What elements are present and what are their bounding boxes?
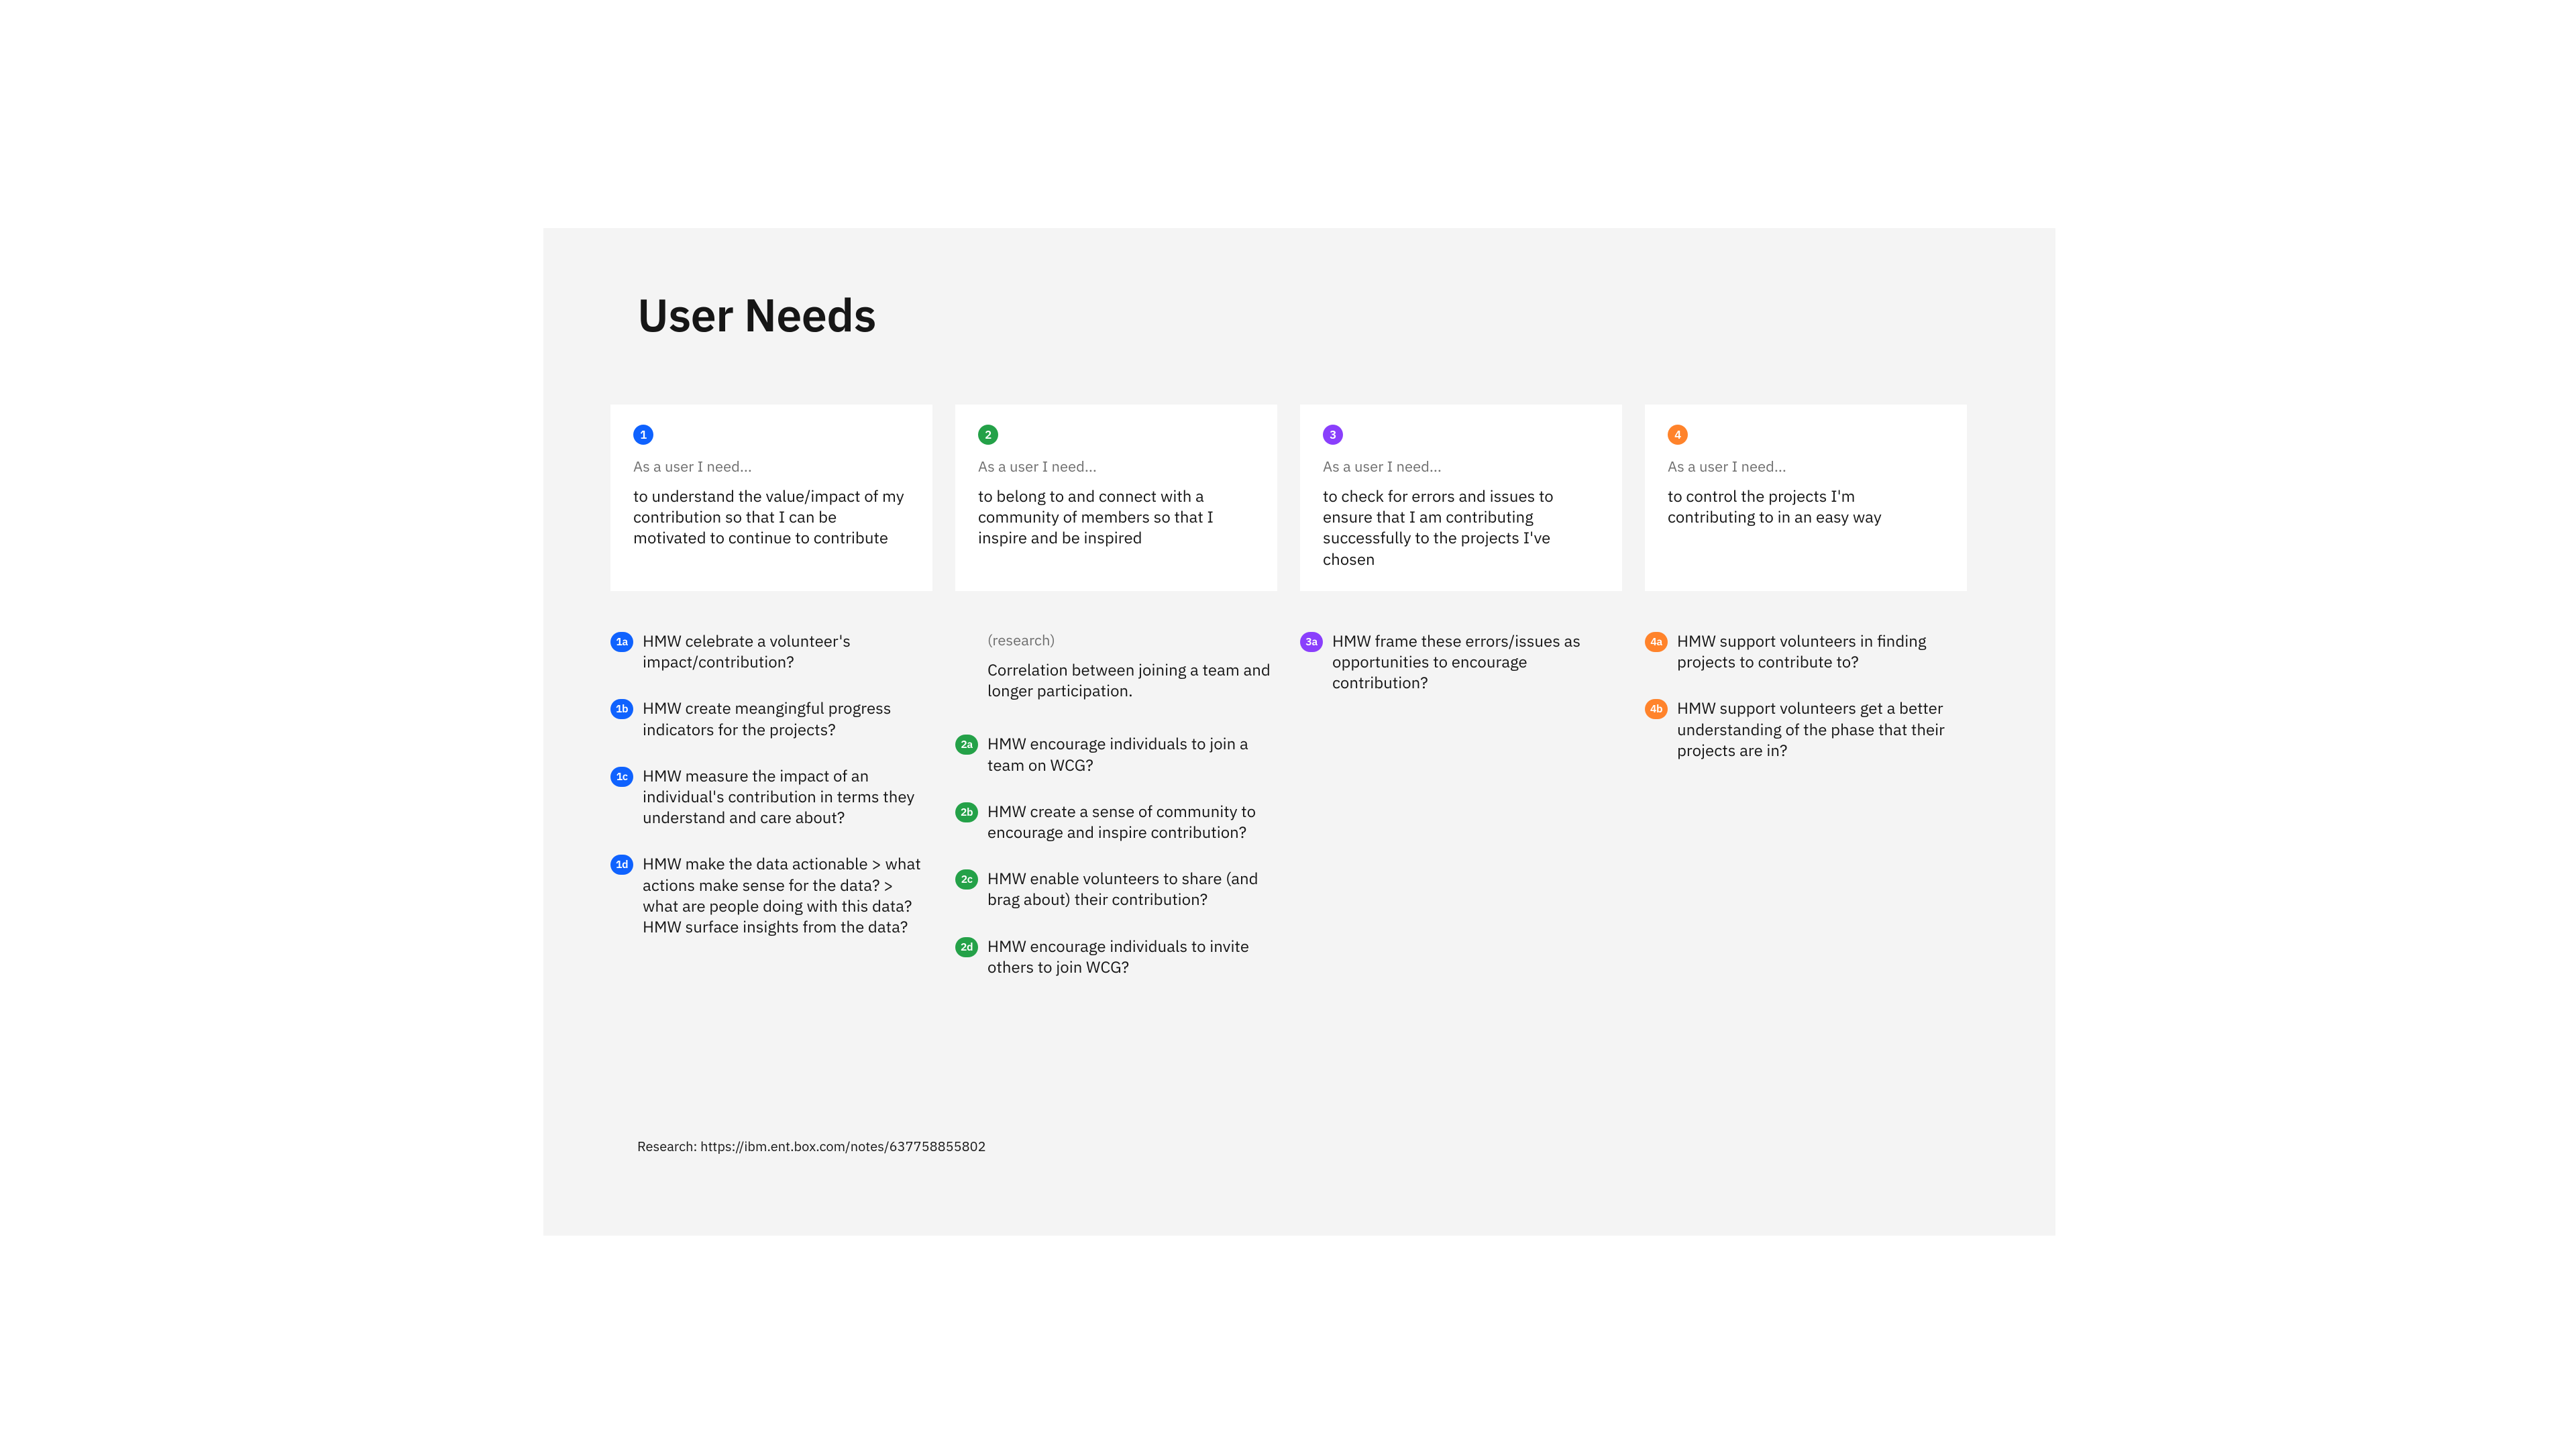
hmw-item: 4a HMW support volunteers in finding pro…	[1645, 631, 1967, 672]
hmw-columns: 1a HMW celebrate a volunteer's impact/co…	[610, 631, 1967, 1003]
hmw-item: 1d HMW make the data actionable > what a…	[610, 853, 932, 937]
hmw-text: HMW create a sense of community to encou…	[987, 801, 1277, 843]
tag-4b: 4b	[1645, 699, 1668, 719]
tag-2b: 2b	[955, 802, 978, 822]
hmw-text: HMW encourage individuals to join a team…	[987, 733, 1277, 775]
hmw-text: HMW create meangingful progress indicato…	[643, 698, 932, 739]
hmw-col-2: (research) Correlation between joining a…	[955, 631, 1277, 1003]
hmw-col-1: 1a HMW celebrate a volunteer's impact/co…	[610, 631, 932, 1003]
tag-2a: 2a	[955, 735, 978, 755]
card-prompt: As a user I need...	[1668, 457, 1944, 476]
need-text-1: to understand the value/impact of my con…	[633, 486, 910, 549]
hmw-text: HMW support volunteers get a better unde…	[1677, 698, 1967, 761]
need-cards-row: 1 As a user I need... to understand the …	[610, 405, 1967, 591]
hmw-item: 2a HMW encourage individuals to join a t…	[955, 733, 1277, 775]
card-prompt: As a user I need...	[978, 457, 1254, 476]
hmw-item: 4b HMW support volunteers get a better u…	[1645, 698, 1967, 761]
hmw-text: HMW encourage individuals to invite othe…	[987, 936, 1277, 977]
need-text-3: to check for errors and issues to ensure…	[1323, 486, 1599, 570]
tag-4a: 4a	[1645, 632, 1668, 652]
need-card-3: 3 As a user I need... to check for error…	[1300, 405, 1622, 591]
badge-2: 2	[978, 425, 998, 445]
hmw-item: 1c HMW measure the impact of an individu…	[610, 765, 932, 828]
tag-1c: 1c	[610, 767, 633, 787]
hmw-col-3: 3a HMW frame these errors/issues as oppo…	[1300, 631, 1622, 1003]
tag-3a: 3a	[1300, 632, 1323, 652]
footer-research-link: Research: https://ibm.ent.box.com/notes/…	[637, 1137, 986, 1155]
need-text-2: to belong to and connect with a communit…	[978, 486, 1254, 549]
hmw-text: HMW support volunteers in finding projec…	[1677, 631, 1967, 672]
page-title: User Needs	[637, 284, 876, 344]
need-card-1: 1 As a user I need... to understand the …	[610, 405, 932, 591]
hmw-item: 2c HMW enable volunteers to share (and b…	[955, 868, 1277, 910]
hmw-text: HMW make the data actionable > what acti…	[643, 853, 932, 937]
badge-4: 4	[1668, 425, 1688, 445]
hmw-item: 1a HMW celebrate a volunteer's impact/co…	[610, 631, 932, 672]
hmw-col-4: 4a HMW support volunteers in finding pro…	[1645, 631, 1967, 1003]
card-prompt: As a user I need...	[1323, 457, 1599, 476]
need-card-4: 4 As a user I need... to control the pro…	[1645, 405, 1967, 591]
tag-1d: 1d	[610, 855, 633, 875]
need-text-4: to control the projects I'm contributing…	[1668, 486, 1944, 527]
badge-3: 3	[1323, 425, 1343, 445]
tag-2c: 2c	[955, 869, 978, 890]
tag-2d: 2d	[955, 937, 978, 957]
hmw-text: HMW frame these errors/issues as opportu…	[1332, 631, 1622, 694]
badge-1: 1	[633, 425, 653, 445]
tag-1a: 1a	[610, 632, 633, 652]
slide-canvas: User Needs 1 As a user I need... to unde…	[543, 228, 2055, 1236]
hmw-item: 2d HMW encourage individuals to invite o…	[955, 936, 1277, 977]
tag-1b: 1b	[610, 699, 633, 719]
research-note: Correlation between joining a team and l…	[955, 659, 1277, 701]
hmw-text: HMW celebrate a volunteer's impact/contr…	[643, 631, 932, 672]
hmw-text: HMW enable volunteers to share (and brag…	[987, 868, 1277, 910]
card-prompt: As a user I need...	[633, 457, 910, 476]
need-card-2: 2 As a user I need... to belong to and c…	[955, 405, 1277, 591]
hmw-item: 1b HMW create meangingful progress indic…	[610, 698, 932, 739]
hmw-item: 2b HMW create a sense of community to en…	[955, 801, 1277, 843]
hmw-item: 3a HMW frame these errors/issues as oppo…	[1300, 631, 1622, 694]
hmw-text: HMW measure the impact of an individual'…	[643, 765, 932, 828]
research-label: (research)	[955, 631, 1277, 650]
